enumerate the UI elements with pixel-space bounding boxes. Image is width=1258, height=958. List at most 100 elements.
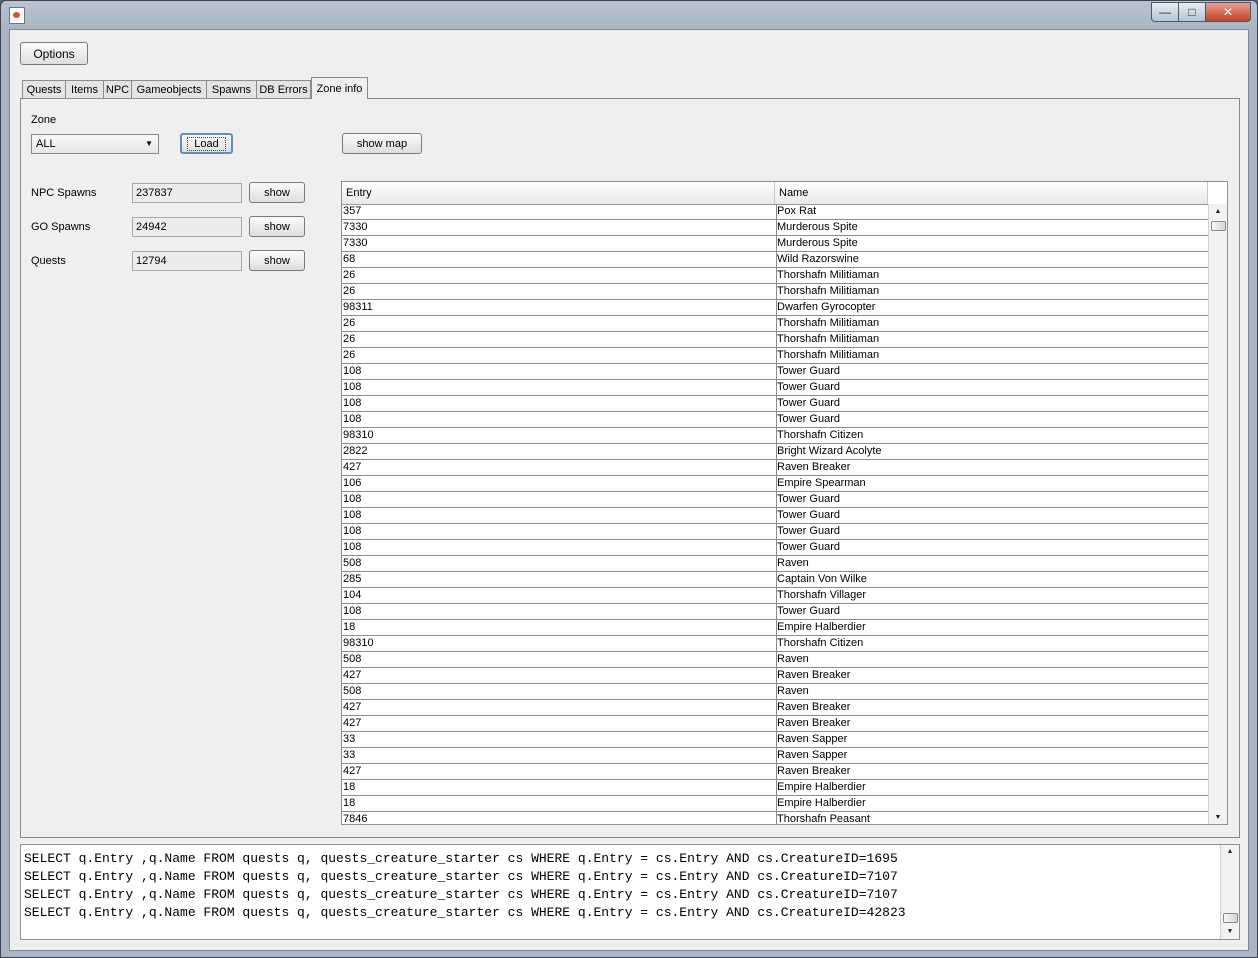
log-line: SELECT q.Entry ,q.Name FROM quests q, qu… [24, 905, 906, 920]
table-row[interactable]: 26 Thorshafn Militiaman [342, 332, 1208, 348]
table-row[interactable]: 108 Tower Guard [342, 380, 1208, 396]
npc-spawns-field[interactable]: 237837 [132, 183, 242, 203]
table-row[interactable]: 508 Raven [342, 684, 1208, 700]
scrollbar-thumb[interactable] [1211, 221, 1226, 231]
name-cell: Thorshafn Villager [776, 588, 1207, 603]
table-scrollbar[interactable]: ▲ ▼ [1208, 204, 1227, 824]
zone-info-panel: Zone ALL ▼ Load show map NPC Spawns 2378… [20, 98, 1240, 838]
entry-cell: 2822 [343, 445, 368, 457]
load-button[interactable]: Load [180, 133, 233, 154]
table-row[interactable]: 108 Tower Guard [342, 396, 1208, 412]
table-row[interactable]: 2822 Bright Wizard Acolyte [342, 444, 1208, 460]
options-button[interactable]: Options [20, 42, 88, 65]
table-row[interactable]: 26 Thorshafn Militiaman [342, 284, 1208, 300]
name-cell: Raven Breaker [776, 460, 1207, 475]
name-cell: Tower Guard [776, 508, 1207, 523]
name-cell: Raven Breaker [776, 716, 1207, 731]
go-spawns-field[interactable]: 24942 [132, 217, 242, 237]
table-row[interactable]: 68 Wild Razorswine [342, 252, 1208, 268]
minimize-icon[interactable]: — [1151, 2, 1179, 22]
table-row[interactable]: 427 Raven Breaker [342, 716, 1208, 732]
table-row[interactable]: 285 Captain Von Wilke [342, 572, 1208, 588]
column-header-name[interactable]: Name [775, 182, 1208, 204]
table-row[interactable]: 98311 Dwarfen Gyrocopter [342, 300, 1208, 316]
table-row[interactable]: 108 Tower Guard [342, 508, 1208, 524]
close-icon[interactable]: ✕ [1205, 2, 1251, 22]
table-row[interactable]: 7846 Thorshafn Peasant [342, 812, 1208, 824]
show-npc-spawns-button[interactable]: show [249, 182, 305, 203]
scrollbar-thumb[interactable] [1223, 913, 1238, 923]
zone-select[interactable]: ALL ▼ [31, 134, 159, 154]
name-cell: Raven Breaker [776, 764, 1207, 779]
table-row[interactable]: 427 Raven Breaker [342, 460, 1208, 476]
table-row[interactable]: 18 Empire Halberdier [342, 780, 1208, 796]
table-row[interactable]: 26 Thorshafn Militiaman [342, 316, 1208, 332]
table-row[interactable]: 106 Empire Spearman [342, 476, 1208, 492]
name-cell: Empire Halberdier [776, 780, 1207, 795]
table-row[interactable]: 108 Tower Guard [342, 492, 1208, 508]
show-quests-button[interactable]: show [249, 250, 305, 271]
table-row[interactable]: 33 Raven Sapper [342, 732, 1208, 748]
scroll-down-arrow-icon[interactable]: ▼ [1209, 810, 1227, 824]
scroll-up-arrow-icon[interactable]: ▲ [1221, 845, 1239, 859]
scroll-down-arrow-icon[interactable]: ▼ [1221, 925, 1239, 939]
entry-cell: 98311 [343, 301, 373, 313]
table-row[interactable]: 508 Raven [342, 556, 1208, 572]
tab-zone-info[interactable]: Zone info [311, 77, 368, 99]
table-row[interactable]: 108 Tower Guard [342, 524, 1208, 540]
table-row[interactable]: 26 Thorshafn Militiaman [342, 348, 1208, 364]
title-bar[interactable]: — □ ✕ [1, 1, 1257, 29]
table-row[interactable]: 18 Empire Halberdier [342, 620, 1208, 636]
table-row[interactable]: 357 Pox Rat [342, 204, 1208, 220]
table-row[interactable]: 427 Raven Breaker [342, 700, 1208, 716]
maximize-icon[interactable]: □ [1178, 2, 1206, 22]
table-row[interactable]: 108 Tower Guard [342, 412, 1208, 428]
show-map-button[interactable]: show map [342, 133, 422, 154]
tab-db-errors[interactable]: DB Errors [256, 80, 311, 98]
java-app-icon[interactable] [9, 7, 25, 24]
go-spawns-value: 24942 [136, 221, 167, 233]
scroll-up-arrow-icon[interactable]: ▲ [1209, 204, 1227, 218]
entry-cell: 427 [343, 765, 362, 777]
table-row[interactable]: 108 Tower Guard [342, 604, 1208, 620]
table-row[interactable]: 98310 Thorshafn Citizen [342, 428, 1208, 444]
table-row[interactable]: 26 Thorshafn Militiaman [342, 268, 1208, 284]
table-row[interactable]: 7330 Murderous Spite [342, 236, 1208, 252]
sql-log-area[interactable]: SELECT q.Entry ,q.Name FROM quests q, qu… [20, 844, 1240, 940]
table-row[interactable]: 7330 Murderous Spite [342, 220, 1208, 236]
column-header-entry[interactable]: Entry [342, 182, 775, 204]
tab-items[interactable]: Items [65, 80, 104, 98]
table-row[interactable]: 104 Thorshafn Villager [342, 588, 1208, 604]
tab-spawns[interactable]: Spawns [206, 80, 257, 98]
table-row[interactable]: 98310 Thorshafn Citizen [342, 636, 1208, 652]
app-window: — □ ✕ Options Quests Items NPC Gameobjec… [0, 0, 1258, 958]
client-area: Options Quests Items NPC Gameobjects Spa… [9, 29, 1249, 951]
entry-cell: 104 [343, 589, 362, 601]
tab-gameobjects[interactable]: Gameobjects [131, 80, 207, 98]
entry-cell: 7846 [343, 813, 368, 824]
name-cell: Wild Razorswine [776, 252, 1207, 267]
table-row[interactable]: 33 Raven Sapper [342, 748, 1208, 764]
tab-quests[interactable]: Quests [22, 80, 66, 98]
name-cell: Tower Guard [776, 604, 1207, 619]
zone-select-value: ALL [36, 138, 56, 150]
go-spawns-label: GO Spawns [31, 221, 91, 233]
table-row[interactable]: 18 Empire Halberdier [342, 796, 1208, 812]
quests-field[interactable]: 12794 [132, 251, 242, 271]
entry-cell: 18 [343, 781, 356, 793]
table-row[interactable]: 508 Raven [342, 652, 1208, 668]
entry-cell: 508 [343, 557, 362, 569]
table-row[interactable]: 427 Raven Breaker [342, 764, 1208, 780]
name-cell: Empire Halberdier [776, 620, 1207, 635]
table-row[interactable]: 108 Tower Guard [342, 540, 1208, 556]
spawn-table[interactable]: Entry Name 357 Pox Rat 7330 Murderous Spite… [341, 181, 1228, 825]
entry-cell: 7330 [343, 221, 368, 233]
tab-npc[interactable]: NPC [103, 80, 132, 98]
name-cell: Tower Guard [776, 540, 1207, 555]
log-scrollbar[interactable]: ▲ ▼ [1220, 845, 1239, 939]
entry-cell: 108 [343, 525, 362, 537]
table-row[interactable]: 427 Raven Breaker [342, 668, 1208, 684]
table-row[interactable]: 108 Tower Guard [342, 364, 1208, 380]
log-line: SELECT q.Entry ,q.Name FROM quests q, qu… [24, 869, 898, 884]
show-go-spawns-button[interactable]: show [249, 216, 305, 237]
